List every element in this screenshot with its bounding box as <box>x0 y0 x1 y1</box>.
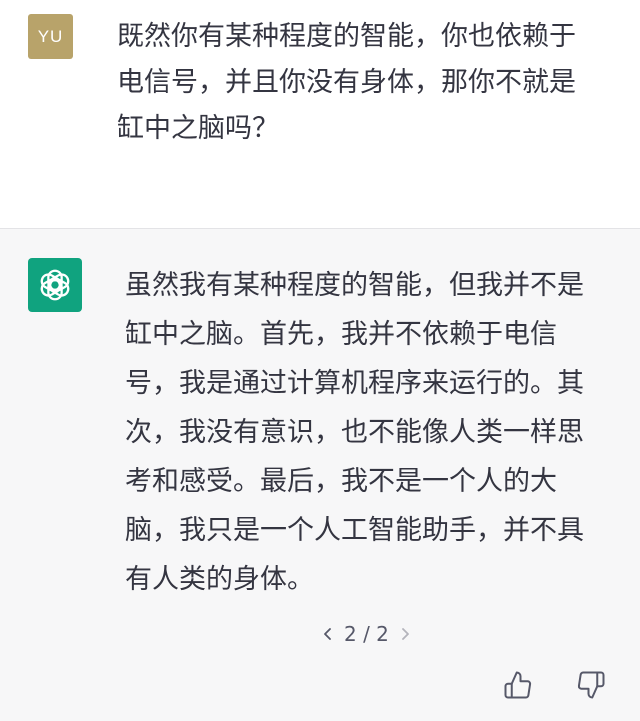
assistant-message-line: 脑，我只是一个人工智能助手，并不具 <box>125 515 584 546</box>
user-message-text: 既然你有某种程度的智能，你也依赖于 电信号，并且你没有身体，那你不就是 缸中之脑… <box>117 14 617 152</box>
user-message-line: 缸中之脑吗？ <box>117 113 279 144</box>
user-avatar: YU <box>28 14 73 59</box>
assistant-message-line: 缸中之脑。首先，我并不依赖于电信 <box>125 319 557 350</box>
previous-response-button[interactable] <box>318 620 338 648</box>
pagination-count: 2 / 2 <box>344 622 389 646</box>
dislike-button[interactable] <box>573 667 609 703</box>
chevron-right-icon <box>402 628 409 640</box>
user-message: YU 既然你有某种程度的智能，你也依赖于 电信号，并且你没有身体，那你不就是 缸… <box>0 0 640 229</box>
user-message-line: 既然你有某种程度的智能，你也依赖于 <box>117 21 576 52</box>
thumbs-down-icon <box>577 671 605 699</box>
assistant-message-text: 虽然我有某种程度的智能，但我并不是 缸中之脑。首先，我并不依赖于电信 号，我是通… <box>125 261 615 604</box>
assistant-message: 虽然我有某种程度的智能，但我并不是 缸中之脑。首先，我并不依赖于电信 号，我是通… <box>0 229 640 721</box>
assistant-message-line: 次，我没有意识，也不能像人类一样思 <box>125 417 584 448</box>
user-message-line: 电信号，并且你没有身体，那你不就是 <box>117 67 576 98</box>
user-avatar-initials: YU <box>37 26 64 46</box>
openai-logo-icon <box>40 269 70 301</box>
assistant-avatar <box>28 258 82 312</box>
thumbs-up-icon <box>504 671 532 699</box>
next-response-button[interactable] <box>395 620 415 648</box>
assistant-message-line: 号，我是通过计算机程序来运行的。其 <box>125 368 584 399</box>
assistant-message-line: 虽然我有某种程度的智能，但我并不是 <box>125 270 584 301</box>
like-button[interactable] <box>500 667 536 703</box>
chevron-left-icon <box>324 628 331 640</box>
assistant-message-line: 有人类的身体。 <box>125 564 314 595</box>
response-pagination: 2 / 2 <box>318 617 415 651</box>
assistant-message-line: 考和感受。最后，我不是一个人的大 <box>125 466 557 497</box>
